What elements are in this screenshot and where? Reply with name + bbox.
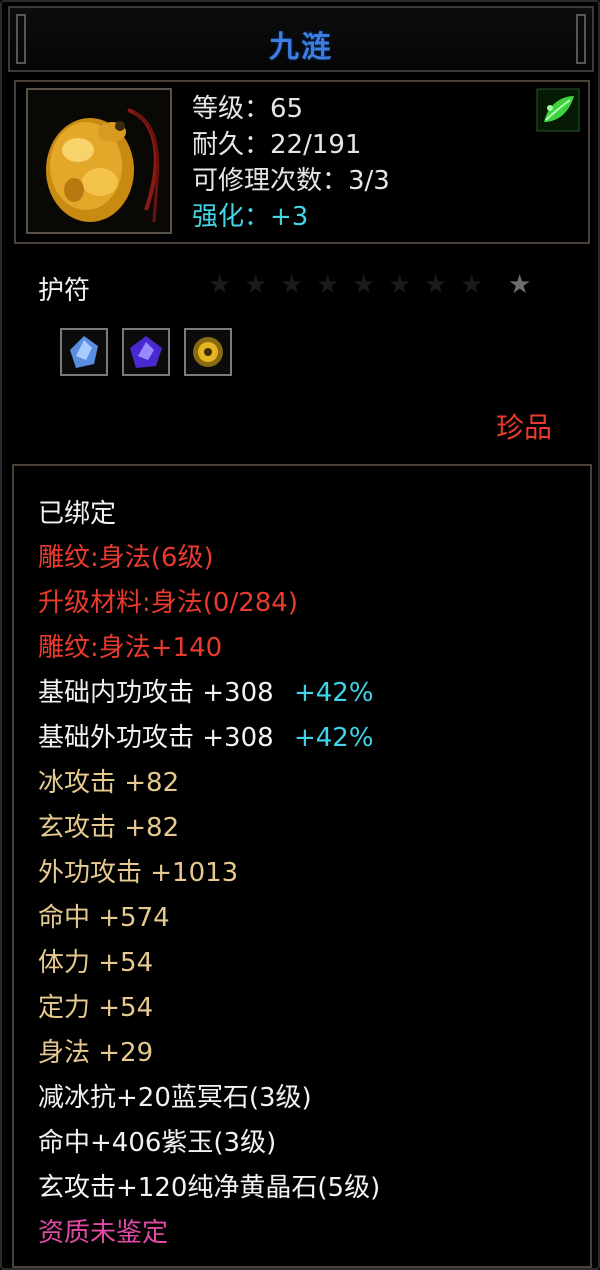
stamina-line: 体力 +54 [38, 948, 154, 978]
item-header: 等级：65 耐久：22/191 可修理次数：3/3 强化：+3 [14, 80, 590, 244]
focus-line: 定力 +54 [38, 993, 154, 1023]
ice-gem-icon[interactable] [60, 328, 108, 376]
star-icon: ★ [460, 270, 484, 300]
gem-line-3: 玄攻击+120纯净黄晶石(5级) [38, 1173, 381, 1203]
base-outer-attack-line: 基础外功攻击 +308 +42% [38, 722, 374, 754]
base-inner-attack-line: 基础内功攻击 +308 +42% [38, 677, 374, 709]
xuan-attack-line: 玄攻击 +82 [38, 813, 180, 843]
base-inner-attack-value: 基础内功攻击 +308 [38, 678, 274, 708]
attribute-panel: 已绑定 雕纹:身法(6级) 升级材料:身法(0/284) 雕纹:身法+140 基… [12, 464, 592, 1268]
bound-status: 已绑定 [38, 499, 117, 529]
ice-attack-line: 冰攻击 +82 [38, 768, 180, 798]
durability-line: 耐久：22/191 [192, 130, 362, 160]
gem-line-1: 减冰抗+20蓝冥石(3级) [38, 1083, 312, 1113]
item-type: 护符 [38, 276, 91, 306]
title-right-cap [576, 14, 586, 64]
star-icon: ★ [388, 270, 412, 300]
purple-jade-gem-icon[interactable] [122, 328, 170, 376]
level-line: 等级：65 [192, 94, 304, 124]
star-icon: ★ [316, 270, 340, 300]
title-bar: 九涟 [8, 6, 594, 72]
jade-leaf-icon [536, 88, 580, 132]
gem-line-2: 命中+406紫玉(3级) [38, 1128, 277, 1158]
base-outer-attack-percent: +42% [293, 723, 374, 753]
star-icon: ★ [352, 270, 376, 300]
base-inner-attack-percent: +42% [293, 678, 374, 708]
carve-line-2: 雕纹:身法+140 [38, 633, 223, 663]
star-rating: ★ ★ ★ ★ ★ ★ ★ ★ ★ [208, 270, 548, 304]
item-name: 九涟 [269, 30, 333, 65]
rarity-label: 珍品 [495, 411, 552, 444]
item-tooltip: 九涟 等级：65 耐久：22/191 可修理次数：3/3 强化：+3 护符 ★ … [0, 0, 600, 1270]
agility-line: 身法 +29 [38, 1038, 154, 1068]
outer-attack-line: 外功攻击 +1013 [38, 858, 239, 888]
star-icon: ★ [424, 270, 448, 300]
upgrade-material-line: 升级材料:身法(0/284) [38, 588, 298, 618]
amulet-icon [26, 88, 172, 234]
repair-count-line: 可修理次数：3/3 [192, 166, 390, 196]
quality-line: 资质未鉴定 [38, 1218, 169, 1248]
yellow-crystal-gem-icon[interactable] [184, 328, 232, 376]
star-icon: ★ [280, 270, 304, 300]
enhance-line: 强化：+3 [192, 202, 309, 232]
carve-line-1: 雕纹:身法(6级) [38, 543, 214, 573]
star-icon: ★ [244, 270, 268, 300]
star-icon: ★ [208, 270, 232, 300]
hit-line: 命中 +574 [38, 903, 170, 933]
base-outer-attack-value: 基础外功攻击 +308 [38, 723, 274, 753]
star-icon: ★ [508, 270, 532, 300]
